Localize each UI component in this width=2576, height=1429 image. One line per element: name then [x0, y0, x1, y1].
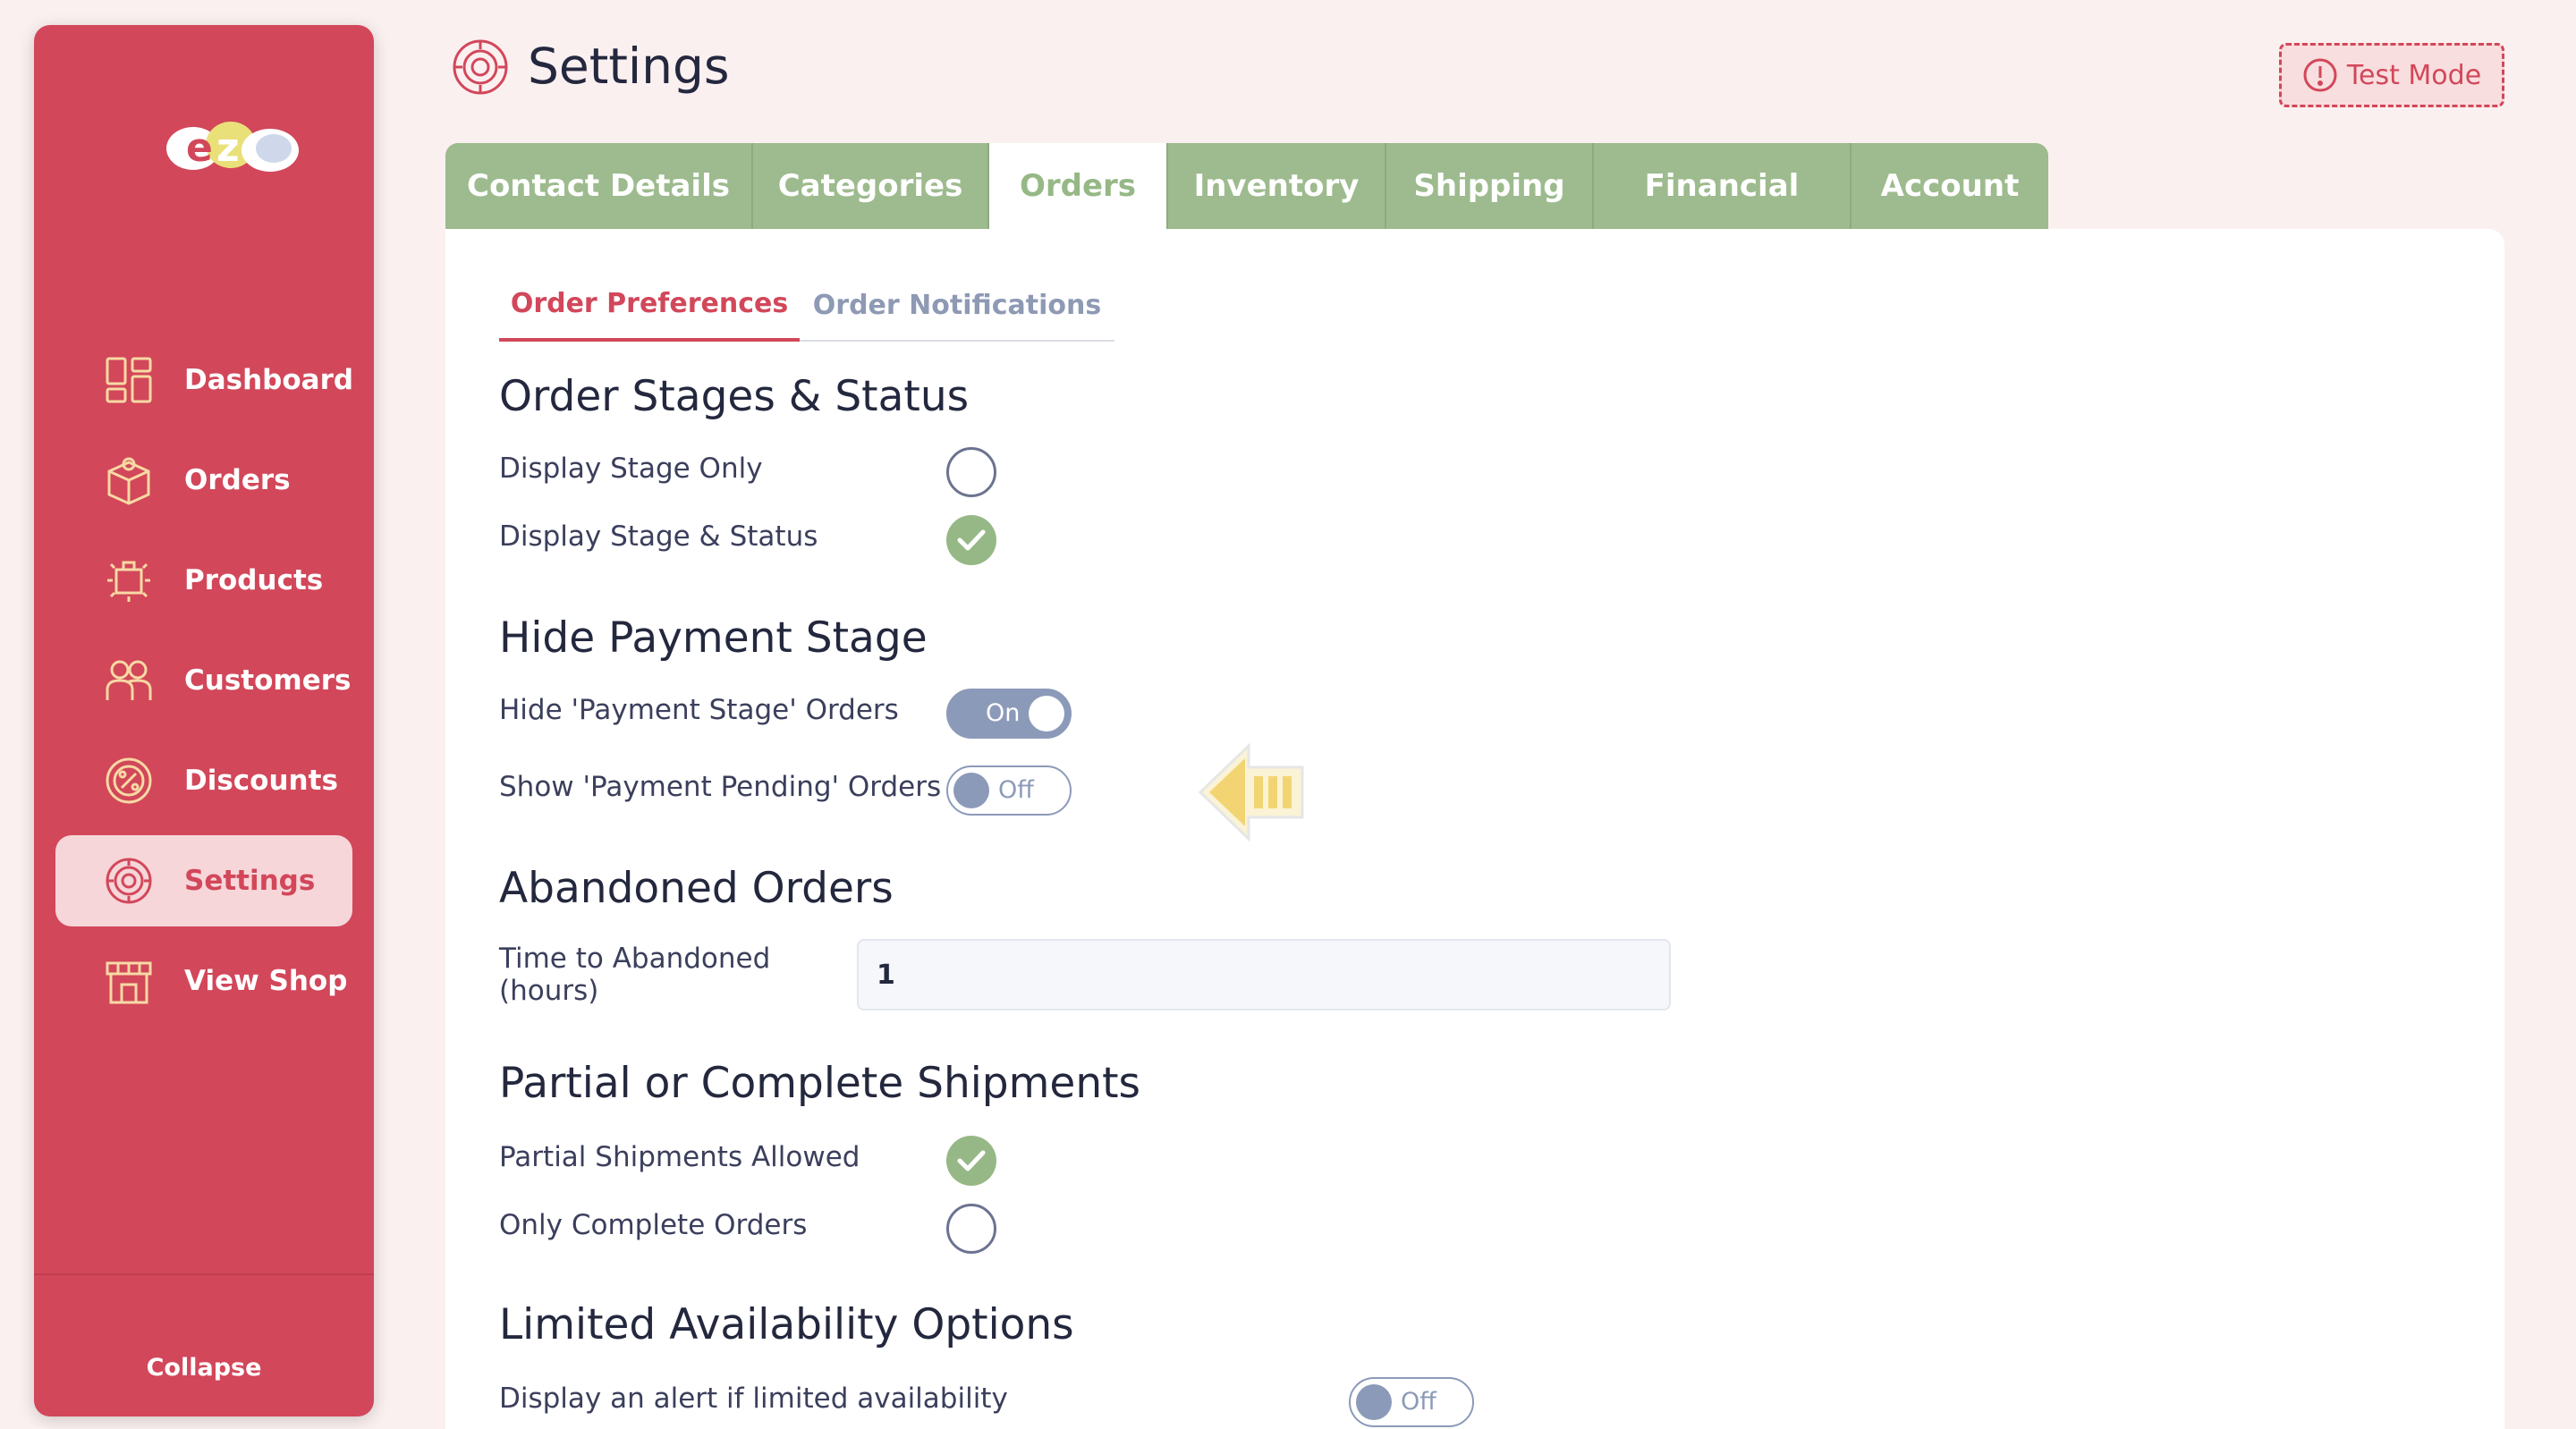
gear-icon — [106, 858, 152, 904]
pointer-arrow-icon — [1198, 742, 1304, 842]
sidebar-item-customers[interactable]: Customers — [55, 635, 352, 726]
section-title: Limited Availability Options — [499, 1300, 1074, 1349]
settings-tabs: Contact Details Categories Orders Invent… — [445, 143, 2048, 229]
toggle-knob — [1356, 1384, 1392, 1420]
page-title: Settings — [528, 38, 730, 95]
orders-settings-panel: Order Preferences Order Notifications Or… — [445, 229, 2504, 1429]
time-to-abandoned-label: Time to Abandoned (hours) — [499, 943, 770, 1007]
check-icon — [957, 1150, 986, 1171]
tab-shipping[interactable]: Shipping — [1386, 143, 1594, 229]
label-line: (hours) — [499, 975, 599, 1007]
sidebar-item-settings[interactable]: Settings — [55, 835, 352, 926]
partial-shipments-radio[interactable] — [946, 1136, 996, 1186]
sidebar-item-products[interactable]: Products — [55, 535, 352, 626]
ezo-logo: e z — [166, 122, 299, 172]
tab-financial[interactable]: Financial — [1594, 143, 1852, 229]
sidebar-item-label: View Shop — [184, 965, 348, 997]
sidebar-item-label: Settings — [184, 865, 316, 897]
test-mode-button[interactable]: Test Mode — [2279, 43, 2504, 107]
percent-icon — [106, 757, 152, 804]
sidebar-item-dashboard[interactable]: Dashboard — [55, 334, 354, 426]
option-label: Display Stage & Status — [499, 520, 818, 553]
app-frame: e z Dashboard Orders Products Customers … — [0, 0, 2576, 1429]
dashboard-icon — [106, 357, 152, 403]
tab-categories[interactable]: Categories — [753, 143, 989, 229]
section-title: Hide Payment Stage — [499, 613, 928, 663]
hide-payment-stage-toggle[interactable]: On — [946, 689, 1072, 739]
sidebar-item-view-shop[interactable]: View Shop — [55, 935, 352, 1027]
toggle-state: Off — [1401, 1388, 1436, 1416]
option-label: Partial Shipments Allowed — [499, 1141, 860, 1173]
customers-icon — [106, 660, 152, 700]
show-payment-pending-toggle[interactable]: Off — [946, 765, 1072, 816]
subtabs: Order Preferences Order Notifications — [499, 268, 1114, 342]
sidebar-item-label: Orders — [184, 464, 291, 496]
svg-text:z: z — [216, 125, 240, 171]
test-mode-label: Test Mode — [2346, 59, 2482, 91]
settings-gear-icon — [453, 39, 508, 95]
section-title: Abandoned Orders — [499, 864, 894, 913]
toggle-label: Show 'Payment Pending' Orders — [499, 771, 942, 803]
tab-contact-details[interactable]: Contact Details — [445, 143, 753, 229]
display-stage-only-radio[interactable] — [946, 447, 996, 497]
sidebar-item-label: Dashboard — [184, 364, 354, 396]
display-stage-status-radio[interactable] — [946, 515, 996, 565]
tab-orders[interactable]: Orders — [989, 143, 1168, 229]
toggle-label: Hide 'Payment Stage' Orders — [499, 694, 899, 726]
toggle-knob — [1029, 696, 1064, 731]
toggle-state: Off — [998, 776, 1034, 804]
only-complete-orders-radio[interactable] — [946, 1204, 996, 1254]
tab-account[interactable]: Account — [1852, 143, 2048, 229]
sidebar-divider — [34, 1273, 374, 1275]
tab-inventory[interactable]: Inventory — [1168, 143, 1386, 229]
subtab-order-notifications[interactable]: Order Notifications — [800, 268, 1114, 342]
sidebar-item-label: Discounts — [184, 765, 338, 797]
shop-icon — [106, 961, 152, 1004]
toggle-knob — [953, 773, 989, 808]
sidebar: e z Dashboard Orders Products Customers … — [34, 25, 374, 1416]
sidebar-item-label: Customers — [184, 664, 352, 697]
subtab-order-preferences[interactable]: Order Preferences — [499, 268, 800, 342]
option-label: Display Stage Only — [499, 452, 763, 485]
limited-availability-alert-toggle[interactable]: Off — [1349, 1377, 1474, 1427]
check-icon — [957, 529, 986, 551]
label-line: Time to Abandoned — [499, 943, 771, 975]
box-icon — [107, 457, 150, 505]
toggle-label: Display an alert if limited availability — [499, 1382, 1008, 1415]
collapse-button[interactable]: Collapse — [34, 1354, 374, 1382]
svg-text:e: e — [186, 125, 213, 171]
product-icon — [107, 561, 150, 602]
option-label: Only Complete Orders — [499, 1209, 808, 1241]
time-to-abandoned-input[interactable] — [857, 939, 1671, 1010]
sidebar-item-orders[interactable]: Orders — [55, 435, 352, 526]
alert-icon — [2303, 58, 2337, 92]
section-title: Partial or Complete Shipments — [499, 1059, 1141, 1108]
toggle-state: On — [986, 699, 1021, 727]
section-title: Order Stages & Status — [499, 372, 970, 421]
sidebar-item-label: Products — [184, 564, 324, 596]
sidebar-item-discounts[interactable]: Discounts — [55, 735, 352, 826]
